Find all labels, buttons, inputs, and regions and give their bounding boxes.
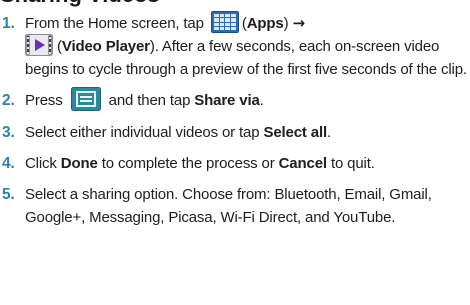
step-2: 2. Press and then tap Share via. <box>0 87 470 113</box>
section-heading: Sharing Videos <box>0 0 160 8</box>
step-text: Select a sharing option. Choose from: Bl… <box>25 186 432 227</box>
step-5: 5. Select a sharing option. Choose from:… <box>0 183 470 229</box>
step-number: 1. <box>2 15 15 32</box>
arrow-icon: → <box>292 14 306 32</box>
step-number: 3. <box>2 124 15 142</box>
instruction-steps: 1. From the Home screen, tap (Apps) → (V… <box>0 11 470 237</box>
step-text: From the Home screen, tap <box>25 15 204 32</box>
menu-key-icon <box>70 87 101 112</box>
apps-label: Apps <box>246 15 284 32</box>
step-number: 4. <box>2 155 15 173</box>
video-player-label: Video Player <box>61 38 150 56</box>
step-1: 1. From the Home screen, tap (Apps) → (V… <box>0 11 470 81</box>
select-all-label: Select all <box>263 124 328 142</box>
cancel-label: Cancel <box>278 155 327 173</box>
step-number: 2. <box>2 92 15 110</box>
step-number: 5. <box>2 186 15 204</box>
share-via-label: Share via <box>194 92 260 110</box>
step-4: 4. Click Done to complete the process or… <box>0 152 470 175</box>
video-player-icon <box>25 34 53 57</box>
step-3: 3. Select either individual videos or ta… <box>0 121 470 144</box>
done-label: Done <box>60 155 98 173</box>
apps-grid-icon <box>210 11 239 34</box>
